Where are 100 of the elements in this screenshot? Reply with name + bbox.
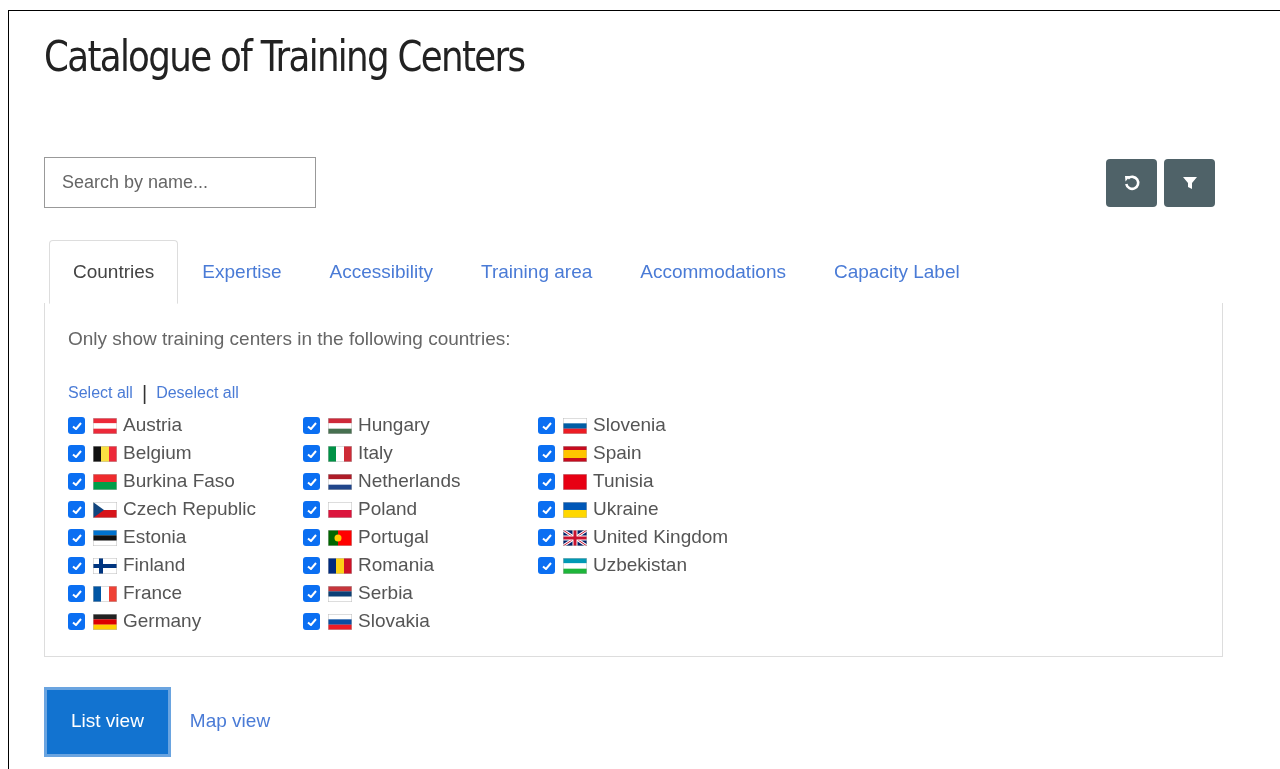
country-label: Italy (358, 441, 393, 466)
country-label: Uzbekistan (593, 553, 687, 578)
check-icon (541, 561, 552, 570)
checkbox[interactable] (538, 445, 555, 462)
filter-button[interactable] (1164, 158, 1215, 207)
filter-tab[interactable]: Accessibility (305, 240, 457, 304)
country-label: Netherlands (358, 469, 461, 494)
flag-icon (93, 445, 117, 462)
flag-icon (93, 585, 117, 602)
check-icon (541, 533, 552, 542)
search-field[interactable]: Search by name... (44, 157, 316, 208)
check-icon (71, 589, 82, 598)
flag-icon (328, 585, 352, 602)
flag-icon (328, 557, 352, 574)
checkbox[interactable] (538, 557, 555, 574)
view-toggle[interactable]: List view (44, 686, 171, 757)
flag-icon (93, 557, 117, 574)
select-all-link[interactable]: Select all (68, 380, 133, 405)
reset-icon (1122, 173, 1141, 192)
country-label: Finland (123, 553, 186, 578)
checkbox[interactable] (303, 613, 320, 630)
checkbox[interactable] (68, 417, 85, 434)
flag-icon (93, 613, 117, 630)
check-icon (541, 477, 552, 486)
check-icon (541, 449, 552, 458)
link-separator: | (141, 380, 148, 406)
flag-icon (563, 529, 587, 546)
filter-tab[interactable]: Capacity Label (810, 240, 984, 304)
checkbox[interactable] (68, 585, 85, 602)
checkbox[interactable] (68, 529, 85, 546)
check-icon (306, 477, 317, 486)
country-label: Germany (123, 609, 202, 634)
filter-tab[interactable]: Expertise (178, 240, 306, 304)
checkbox[interactable] (68, 613, 85, 630)
flag-icon (93, 417, 117, 434)
filter-icon (1181, 174, 1198, 191)
country-label: Slovenia (593, 413, 666, 438)
checkbox[interactable] (303, 501, 320, 518)
check-icon (71, 617, 82, 626)
check-icon (306, 617, 317, 626)
flag-icon (328, 501, 352, 518)
check-icon (306, 561, 317, 570)
checkbox[interactable] (68, 445, 85, 462)
country-label: Poland (358, 497, 418, 522)
checkbox[interactable] (538, 501, 555, 518)
filter-tab[interactable]: Countries (49, 240, 179, 304)
country-label: Austria (123, 413, 183, 438)
check-icon (71, 505, 82, 514)
checkbox[interactable] (303, 445, 320, 462)
country-label: Serbia (358, 581, 413, 606)
checkbox[interactable] (538, 529, 555, 546)
checkbox[interactable] (68, 473, 85, 490)
check-icon (71, 533, 82, 542)
country-label: United Kingdom (593, 525, 729, 550)
check-icon (306, 533, 317, 542)
check-icon (71, 421, 82, 430)
flag-icon (328, 473, 352, 490)
reset-button[interactable] (1106, 158, 1157, 207)
view-toggle[interactable]: Map view (189, 686, 271, 757)
country-label: Hungary (358, 413, 430, 438)
country-label: Tunisia (593, 469, 654, 494)
country-label: Burkina Faso (123, 469, 235, 494)
flag-icon (93, 529, 117, 546)
checkbox[interactable] (303, 585, 320, 602)
country-label: Romania (358, 553, 435, 578)
checkbox[interactable] (68, 557, 85, 574)
flag-icon (328, 613, 352, 630)
filter-tab[interactable]: Training area (457, 240, 617, 304)
filter-tab[interactable]: Accommodations (616, 240, 810, 304)
check-icon (541, 505, 552, 514)
country-label: Slovakia (358, 609, 430, 634)
checkbox[interactable] (538, 473, 555, 490)
flag-icon (563, 557, 587, 574)
checkbox[interactable] (68, 501, 85, 518)
deselect-all-link[interactable]: Deselect all (156, 380, 239, 405)
checkbox[interactable] (303, 473, 320, 490)
country-label: Belgium (123, 441, 192, 466)
flag-icon (328, 417, 352, 434)
flag-icon (563, 473, 587, 490)
flag-icon (563, 501, 587, 518)
flag-icon (328, 529, 352, 546)
checkbox[interactable] (303, 557, 320, 574)
flag-icon (563, 417, 587, 434)
check-icon (541, 421, 552, 430)
checkbox[interactable] (303, 417, 320, 434)
country-label: Czech Republic (123, 497, 257, 522)
country-label: France (123, 581, 183, 606)
flag-icon (93, 473, 117, 490)
check-icon (306, 505, 317, 514)
check-icon (71, 449, 82, 458)
checkbox[interactable] (303, 529, 320, 546)
country-label: Ukraine (593, 497, 659, 522)
panel-instruction: Only show training centers in the following countries: (68, 327, 512, 351)
flag-icon (563, 445, 587, 462)
check-icon (306, 589, 317, 598)
country-label: Spain (593, 441, 642, 466)
check-icon (306, 421, 317, 430)
flag-icon (93, 501, 117, 518)
country-label: Estonia (123, 525, 187, 550)
checkbox[interactable] (538, 417, 555, 434)
